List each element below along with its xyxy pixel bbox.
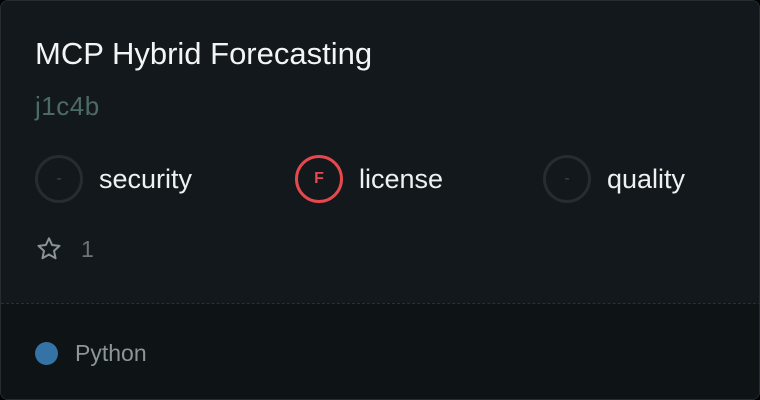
star-count-group[interactable]: 1 [35,233,94,265]
metric-security: - security [35,155,192,203]
metric-quality: - quality [543,155,685,203]
quality-label: quality [607,163,686,194]
metric-license: F license [295,155,443,203]
repository-id: j1c4b [35,91,100,121]
security-label: security [99,163,193,194]
language-name: Python [75,339,147,366]
card-title[interactable]: MCP Hybrid Forecasting [35,35,372,73]
language-color-dot [35,341,58,365]
security-grade-badge: - [35,155,83,203]
star-count: 1 [81,235,94,262]
repository-card[interactable]: MCP Hybrid Forecasting j1c4b - security … [0,0,760,400]
license-label: license [359,163,444,194]
language-indicator: Python [35,339,147,367]
quality-grade-badge: - [543,155,591,203]
license-grade-badge: F [295,155,343,203]
star-outline-icon [35,235,63,263]
card-footer: Python [1,303,759,399]
